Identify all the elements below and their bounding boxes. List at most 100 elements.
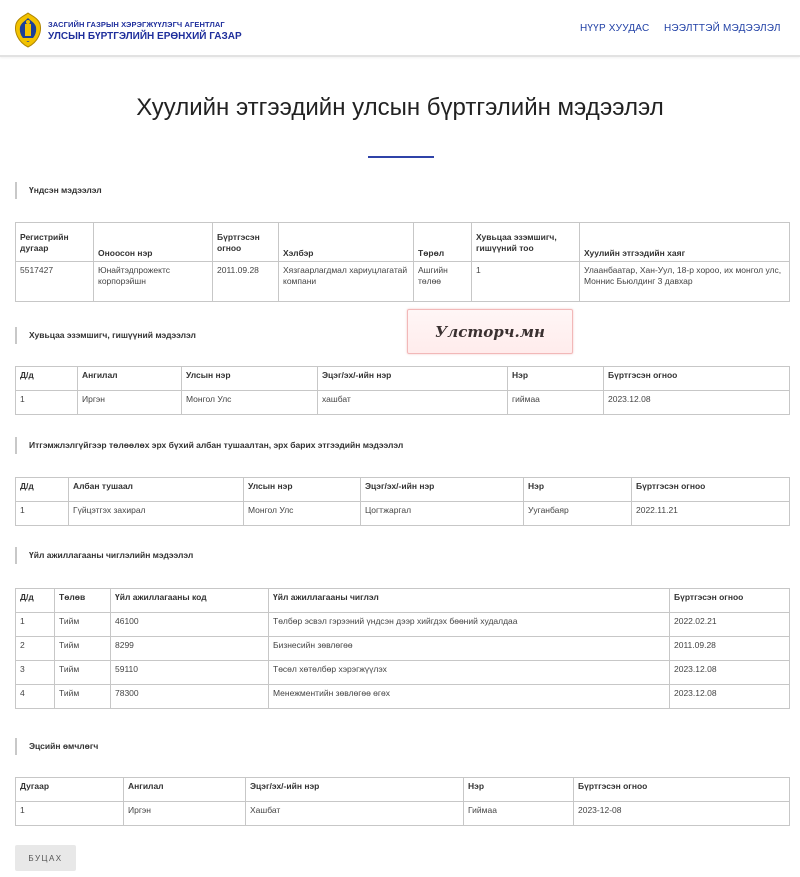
table-cell: Гиймаа bbox=[463, 801, 574, 826]
table-cell: 4 bbox=[15, 684, 55, 709]
table-row: 5517427 Юнайтэдпрожектс корпорэйшн 2011.… bbox=[15, 261, 790, 302]
agency-subtitle: ЗАСГИЙН ГАЗРЫН ХЭРЭГЖҮҮЛЭГЧ АГЕНТЛАГ bbox=[48, 20, 225, 29]
top-navbar: ЗАСГИЙН ГАЗРЫН ХЭРЭГЖҮҮЛЭГЧ АГЕНТЛАГ УЛС… bbox=[0, 0, 800, 57]
column-header: Бүртгэсэн огноо bbox=[669, 588, 790, 613]
column-header: Төлөв bbox=[54, 588, 111, 613]
nav-home-link[interactable]: НҮҮР ХУУДАС bbox=[580, 23, 649, 34]
table-cell: 78300 bbox=[110, 684, 269, 709]
column-header: Бүртгэсэн огноо bbox=[573, 777, 790, 802]
shareholders-table: Д/д Ангилал Улсын нэр Эцэг/эх/-ийн нэр Н… bbox=[15, 366, 790, 415]
column-header: Нэр bbox=[523, 477, 632, 502]
column-header: Улсын нэр bbox=[243, 477, 361, 502]
table-cell: 2022.02.21 bbox=[669, 612, 790, 637]
table-cell: Монгол Улс bbox=[243, 501, 361, 526]
section-heading-beneficiary: Эцсийн өмчлөгч bbox=[15, 738, 98, 755]
table-cell: Тийм bbox=[54, 636, 111, 661]
table-row: 3 Тийм 59110 Төсөл хөтөлбөр хэрэгжүүлэх … bbox=[15, 660, 790, 685]
column-header: Нэр bbox=[463, 777, 574, 802]
table-cell: 59110 bbox=[110, 660, 269, 685]
table-row: 2 Тийм 8299 Бизнесийн зөвлөгөө 2011.09.2… bbox=[15, 636, 790, 661]
column-header: Улсын нэр bbox=[181, 366, 318, 391]
table-cell: 2023.12.08 bbox=[669, 660, 790, 685]
section-heading-activities: Үйл ажиллагааны чиглэлийн мэдээлэл bbox=[15, 547, 193, 564]
table-cell: 46100 bbox=[110, 612, 269, 637]
table-cell: 1 bbox=[15, 612, 55, 637]
table-row: 1 Тийм 46100 Төлбөр эсвэл гэрээний үндсэ… bbox=[15, 612, 790, 637]
table-cell: 2011.09.28 bbox=[669, 636, 790, 661]
table-row: 1 Гүйцэтгэх захирал Монгол Улс Цогтжарга… bbox=[15, 501, 790, 526]
column-header: Албан тушаал bbox=[68, 477, 244, 502]
table-cell: 2023.12.08 bbox=[669, 684, 790, 709]
agency-title: УЛСЫН БҮРТГЭЛИЙН ЕРӨНХИЙ ГАЗАР bbox=[48, 31, 242, 42]
column-header: Хэлбэр bbox=[278, 222, 414, 262]
table-cell: Ууганбаяр bbox=[523, 501, 632, 526]
table-cell: Төлбөр эсвэл гэрээний үндсэн дээр хийгдэ… bbox=[268, 612, 670, 637]
column-header: Оноосон нэр bbox=[93, 222, 213, 262]
column-header: Бүртгэсэн огноо bbox=[603, 366, 790, 391]
table-cell: Ашгийн төлөө bbox=[413, 261, 472, 302]
back-button[interactable]: БУЦАХ bbox=[15, 845, 76, 871]
site-watermark: Улсторч.мн bbox=[407, 309, 573, 354]
table-cell: Бизнесийн зөвлөгөө bbox=[268, 636, 670, 661]
column-header: Үйл ажиллагааны чиглэл bbox=[268, 588, 670, 613]
table-cell: гиймаа bbox=[507, 390, 604, 415]
table-cell: Гүйцэтгэх захирал bbox=[68, 501, 244, 526]
table-row: 1 Иргэн Хашбат Гиймаа 2023-12-08 bbox=[15, 801, 790, 826]
section-heading-officials: Итгэмжлэлгүйгээр төлөөлөх эрх бүхий алба… bbox=[15, 437, 403, 454]
table-row: 1 Иргэн Монгол Улс хашбат гиймаа 2023.12… bbox=[15, 390, 790, 415]
column-header: Хуулийн этгээдийн хаяг bbox=[579, 222, 790, 262]
table-cell: Юнайтэдпрожектс корпорэйшн bbox=[93, 261, 213, 302]
title-underline bbox=[368, 156, 434, 158]
table-cell: Иргэн bbox=[77, 390, 182, 415]
column-header: Эцэг/эх/-ийн нэр bbox=[245, 777, 464, 802]
table-cell: 3 bbox=[15, 660, 55, 685]
table-cell: Хашбат bbox=[245, 801, 464, 826]
table-cell: 5517427 bbox=[15, 261, 94, 302]
page-title: Хуулийн этгээдийн улсын бүртгэлийн мэдээ… bbox=[136, 94, 664, 121]
section-heading-shareholders: Хувьцаа эзэмшигч, гишүүний мэдээлэл bbox=[15, 327, 196, 344]
beneficiary-table: Дугаар Ангилал Эцэг/эх/-ийн нэр Нэр Бүрт… bbox=[15, 777, 790, 826]
table-row: 4 Тийм 78300 Менежментийн зөвлөгөө өгөх … bbox=[15, 684, 790, 709]
table-cell: 1 bbox=[471, 261, 580, 302]
table-cell: 2023.12.08 bbox=[603, 390, 790, 415]
table-cell: Иргэн bbox=[123, 801, 246, 826]
column-header: Бүртгэсэн огноо bbox=[631, 477, 790, 502]
table-cell: 8299 bbox=[110, 636, 269, 661]
column-header: Бүртгэсэн огноо bbox=[212, 222, 279, 262]
column-header: Регистрийн дугаар bbox=[15, 222, 94, 262]
table-cell: 1 bbox=[15, 501, 69, 526]
table-cell: Цогтжаргал bbox=[360, 501, 524, 526]
table-cell: 2022.11.21 bbox=[631, 501, 790, 526]
table-cell: Тийм bbox=[54, 660, 111, 685]
column-header: Д/д bbox=[15, 477, 69, 502]
column-header: Д/д bbox=[15, 366, 78, 391]
officials-table: Д/д Албан тушаал Улсын нэр Эцэг/эх/-ийн … bbox=[15, 477, 790, 526]
table-cell: Менежментийн зөвлөгөө өгөх bbox=[268, 684, 670, 709]
column-header: Эцэг/эх/-ийн нэр bbox=[360, 477, 524, 502]
table-cell: хашбат bbox=[317, 390, 508, 415]
table-cell: 2 bbox=[15, 636, 55, 661]
soyombo-emblem-icon[interactable] bbox=[14, 12, 42, 48]
activities-table: Д/д Төлөв Үйл ажиллагааны код Үйл ажилла… bbox=[15, 588, 790, 709]
nav-public-info-link[interactable]: НЭЭЛТТЭЙ МЭДЭЭЛЭЛ bbox=[664, 23, 781, 34]
basic-info-table: Регистрийн дугаар Оноосон нэр Бүртгэсэн … bbox=[15, 222, 790, 302]
table-cell: 1 bbox=[15, 801, 124, 826]
column-header: Д/д bbox=[15, 588, 55, 613]
column-header: Эцэг/эх/-ийн нэр bbox=[317, 366, 508, 391]
column-header: Нэр bbox=[507, 366, 604, 391]
section-heading-basic: Үндсэн мэдээлэл bbox=[15, 182, 102, 199]
table-cell: 2011.09.28 bbox=[212, 261, 279, 302]
table-cell: Төсөл хөтөлбөр хэрэгжүүлэх bbox=[268, 660, 670, 685]
table-cell: Хязгаарлагдмал хариуцлагатай компани bbox=[278, 261, 414, 302]
table-cell: 2023-12-08 bbox=[573, 801, 790, 826]
column-header: Төрөл bbox=[413, 222, 472, 262]
column-header: Ангилал bbox=[123, 777, 246, 802]
column-header: Хувьцаа эзэмшигч, гишүүний тоо bbox=[471, 222, 580, 262]
table-cell: 1 bbox=[15, 390, 78, 415]
table-cell: Монгол Улс bbox=[181, 390, 318, 415]
table-cell: Тийм bbox=[54, 612, 111, 637]
column-header: Ангилал bbox=[77, 366, 182, 391]
table-cell: Тийм bbox=[54, 684, 111, 709]
column-header: Үйл ажиллагааны код bbox=[110, 588, 269, 613]
table-cell: Улаанбаатар, Хан-Уул, 18-р хороо, их мон… bbox=[579, 261, 790, 302]
